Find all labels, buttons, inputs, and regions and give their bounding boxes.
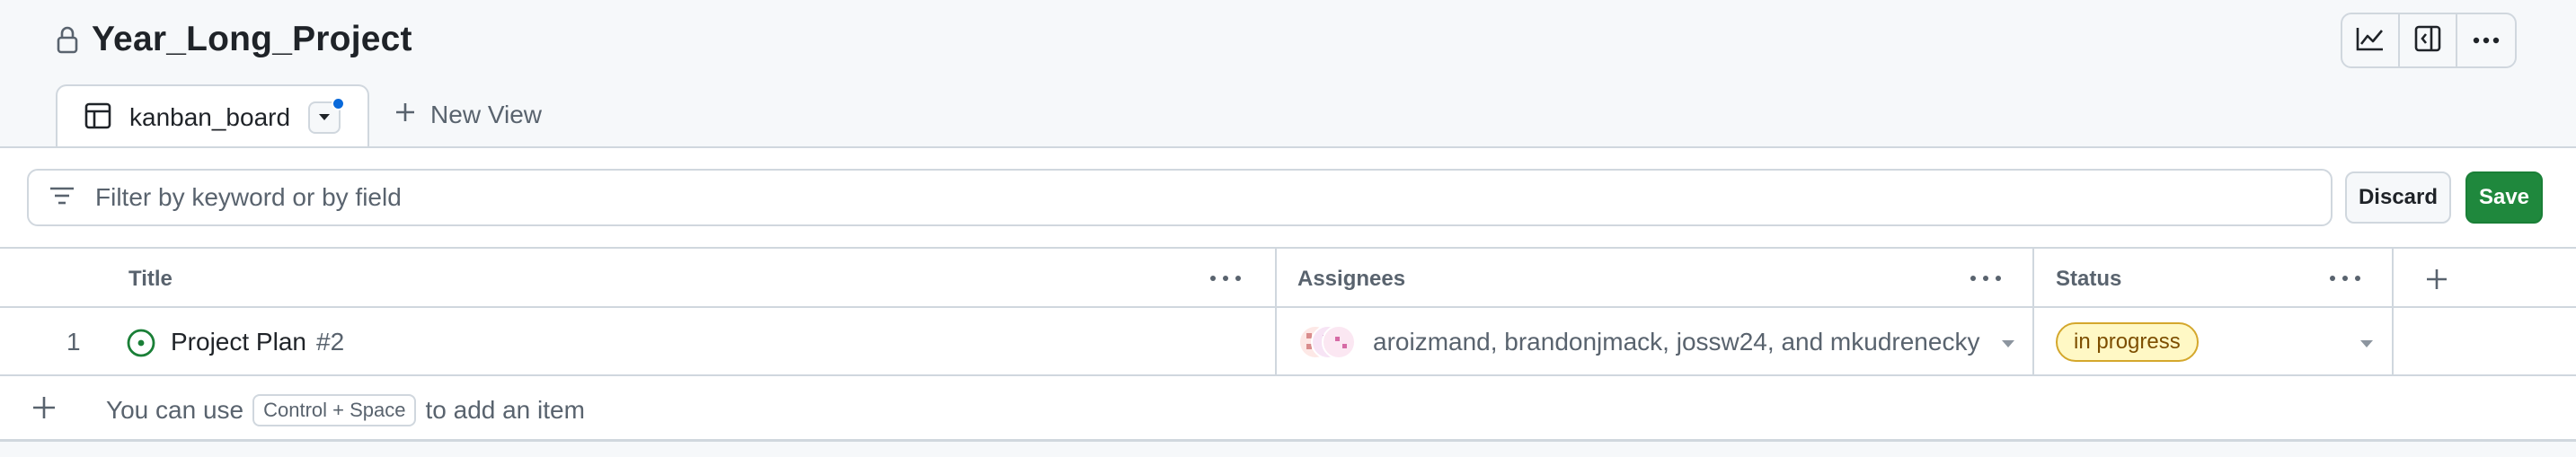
assignee-avatars bbox=[1297, 324, 1357, 360]
title-row: Year_Long_Project bbox=[56, 20, 412, 59]
add-item-plus-icon[interactable] bbox=[31, 394, 58, 421]
lock-icon bbox=[56, 25, 79, 54]
column-header-title[interactable]: Title bbox=[128, 267, 173, 292]
table-header-row: Title Assignees Status bbox=[0, 247, 2576, 310]
more-icon bbox=[2473, 32, 2500, 48]
view-options-dropdown[interactable] bbox=[308, 97, 346, 134]
column-divider[interactable] bbox=[1275, 249, 1277, 310]
hint-before: You can use bbox=[106, 396, 244, 424]
assignees-value[interactable]: aroizmand, brandonjmack, jossw24, and mk… bbox=[1373, 328, 1979, 356]
column-divider[interactable] bbox=[2392, 249, 2394, 310]
project-view: Year_Long_Project kanban_board New View … bbox=[0, 0, 2576, 457]
title-column-menu-icon[interactable] bbox=[1209, 265, 1242, 283]
tab-kanban-board[interactable]: kanban_board bbox=[56, 84, 370, 149]
project-header: Year_Long_Project kanban_board New View bbox=[0, 0, 2576, 149]
add-item-hint: You can use Control + Space to add an it… bbox=[106, 394, 585, 426]
add-field-button[interactable] bbox=[2417, 259, 2456, 299]
status-badge[interactable]: in progress bbox=[2056, 322, 2199, 362]
save-button[interactable]: Save bbox=[2465, 171, 2543, 224]
more-options-button[interactable] bbox=[2457, 14, 2515, 66]
column-divider bbox=[1275, 308, 1277, 376]
status-dropdown-icon[interactable] bbox=[2360, 340, 2373, 347]
panel-button[interactable] bbox=[2400, 14, 2457, 66]
discard-button[interactable]: Discard bbox=[2345, 171, 2451, 224]
row-number: 1 bbox=[66, 328, 81, 356]
add-item-row[interactable]: You can use Control + Space to add an it… bbox=[0, 376, 2576, 441]
new-view-button[interactable]: New View bbox=[369, 83, 567, 147]
table-icon bbox=[84, 102, 111, 134]
assignees-column-menu-icon[interactable] bbox=[1970, 265, 2002, 283]
view-tabs: kanban_board New View bbox=[56, 83, 567, 149]
hint-after: to add an item bbox=[425, 396, 585, 424]
insights-icon bbox=[2356, 26, 2385, 56]
item-number: #2 bbox=[316, 328, 345, 356]
keyboard-shortcut: Control + Space bbox=[252, 394, 417, 426]
open-issue-icon bbox=[126, 328, 156, 358]
tab-label: kanban_board bbox=[129, 103, 291, 131]
panel-icon bbox=[2414, 25, 2441, 57]
insights-button[interactable] bbox=[2342, 14, 2400, 66]
project-toolbar bbox=[2341, 13, 2517, 68]
table-view: Filter by keyword or by field Discard Sa… bbox=[0, 148, 2576, 444]
footer-area bbox=[0, 442, 2576, 457]
new-view-label: New View bbox=[430, 101, 543, 128]
status-column-menu-icon[interactable] bbox=[2329, 265, 2361, 283]
column-header-assignees[interactable]: Assignees bbox=[1297, 267, 1405, 292]
unsaved-indicator bbox=[332, 97, 346, 110]
project-title: Year_Long_Project bbox=[92, 20, 412, 58]
filter-bar[interactable]: Filter by keyword or by field bbox=[27, 169, 2333, 226]
plus-icon bbox=[2427, 269, 2447, 289]
triangle-down-icon bbox=[319, 114, 331, 120]
assignees-dropdown-icon[interactable] bbox=[2002, 340, 2014, 347]
table-row[interactable]: 1 Project Plan #2 aroizmand, brandonjmac… bbox=[0, 308, 2576, 376]
column-divider bbox=[2032, 308, 2034, 376]
column-divider bbox=[2392, 308, 2394, 376]
filter-input[interactable]: Filter by keyword or by field bbox=[95, 183, 402, 212]
column-header-status[interactable]: Status bbox=[2056, 267, 2121, 292]
item-title-link[interactable]: Project Plan bbox=[171, 328, 306, 356]
column-divider[interactable] bbox=[2032, 249, 2034, 310]
plus-icon bbox=[394, 101, 416, 129]
filter-icon bbox=[49, 185, 75, 211]
